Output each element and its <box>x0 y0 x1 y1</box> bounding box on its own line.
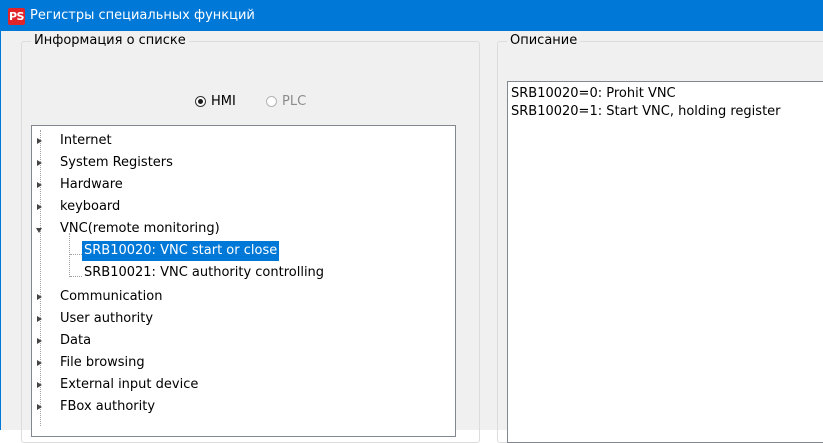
tree-node-label: External input device <box>60 377 199 392</box>
tree-node-srb10020[interactable]: SRB10020: VNC start or close <box>82 240 452 262</box>
tree-node-label: Communication <box>60 289 163 304</box>
description-line: SRB10020=0: Prohit VNC <box>511 86 676 101</box>
tree-node-hardware[interactable]: Hardware <box>32 174 452 196</box>
radio-plc-label: PLC <box>282 94 307 109</box>
tree-child-branch <box>70 254 82 255</box>
description-legend: Описание <box>507 33 581 49</box>
expand-arrow-icon[interactable] <box>37 382 42 388</box>
tree-node-srb10021[interactable]: SRB10021: VNC authority controlling <box>84 262 452 284</box>
title-bar[interactable]: PS Регистры специальных функций <box>0 0 823 31</box>
tree-node-file-browsing[interactable]: File browsing <box>32 352 452 374</box>
tree-node-label: SRB10021: VNC authority controlling <box>84 265 325 280</box>
radio-hmi-indicator[interactable] <box>195 96 206 107</box>
tree-node-label: System Registers <box>60 155 173 170</box>
expand-arrow-icon[interactable] <box>37 182 42 188</box>
collapse-arrow-icon[interactable] <box>36 228 42 233</box>
expand-arrow-icon[interactable] <box>37 360 42 366</box>
expand-arrow-icon[interactable] <box>37 160 42 166</box>
tree-node-label: User authority <box>60 311 154 326</box>
tree-node-label: Internet <box>60 133 112 148</box>
tree-node-keyboard[interactable]: keyboard <box>32 196 452 218</box>
tree-node-label-selected: SRB10020: VNC start or close <box>82 241 280 261</box>
expand-arrow-icon[interactable] <box>37 294 42 300</box>
tree-node-user-authority[interactable]: User authority <box>32 308 452 330</box>
expand-arrow-icon[interactable] <box>37 338 42 344</box>
tree-child-branch <box>70 276 82 277</box>
tree-node-data[interactable]: Data <box>32 330 452 352</box>
tree-node-label: Data <box>60 333 92 348</box>
tree-node-label: keyboard <box>60 199 121 214</box>
tree-node-external-input-device[interactable]: External input device <box>32 374 452 396</box>
radio-hmi-label: HMI <box>211 94 236 109</box>
tree-node-label: FBox authority <box>60 399 156 414</box>
tree-node-label: File browsing <box>60 355 145 370</box>
expand-arrow-icon[interactable] <box>37 138 42 144</box>
expand-arrow-icon[interactable] <box>37 204 42 210</box>
list-info-legend: Информация о списке <box>31 33 189 49</box>
description-text-area[interactable]: SRB10020=0: Prohit VNC SRB10020=1: Start… <box>507 81 823 443</box>
radio-plc-indicator <box>266 96 277 107</box>
tree-node-internet[interactable]: Internet <box>32 130 452 152</box>
tree-node-vnc[interactable]: VNC(remote monitoring) <box>32 218 452 240</box>
register-tree[interactable]: Internet System Registers Hardware keybo… <box>31 125 456 437</box>
tree-node-system-registers[interactable]: System Registers <box>32 152 452 174</box>
tree-node-label: Hardware <box>60 177 123 192</box>
expand-arrow-icon[interactable] <box>37 404 42 410</box>
description-line: SRB10020=1: Start VNC, holding register <box>511 104 781 119</box>
tree-node-communication[interactable]: Communication <box>32 286 452 308</box>
expand-arrow-icon[interactable] <box>37 316 42 322</box>
window-title: Регистры специальных функций <box>30 8 255 23</box>
tree-node-fbox-authority[interactable]: FBox authority <box>32 396 452 418</box>
app-icon: PS <box>8 8 25 25</box>
tree-node-label: VNC(remote monitoring) <box>60 221 220 236</box>
